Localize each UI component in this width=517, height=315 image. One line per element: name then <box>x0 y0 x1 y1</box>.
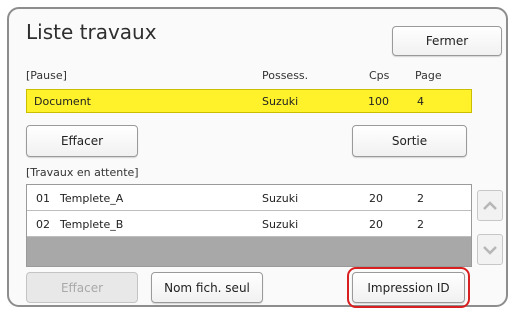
output-button[interactable]: Sortie <box>352 125 467 157</box>
scroll-up-button[interactable] <box>477 190 503 221</box>
job-number: 02 <box>36 218 50 231</box>
copies-column-header: Cps <box>369 69 390 82</box>
close-button[interactable]: Fermer <box>392 26 502 56</box>
paused-job-row[interactable]: Document Suzuki 100 4 <box>26 89 472 113</box>
job-page: 2 <box>417 218 424 231</box>
list-item[interactable]: 01 Templete_A Suzuki 20 2 <box>27 185 471 211</box>
paused-job-copies: 100 <box>368 95 389 108</box>
list-item[interactable]: 02 Templete_B Suzuki 20 2 <box>27 211 471 237</box>
paused-job-page: 4 <box>417 95 424 108</box>
job-owner: Suzuki <box>262 218 299 231</box>
job-copies: 20 <box>369 192 383 205</box>
job-name: Templete_B <box>60 218 124 231</box>
job-number: 01 <box>36 192 50 205</box>
chevron-up-icon <box>483 200 497 210</box>
paused-job-name: Document <box>34 95 91 108</box>
owner-column-header: Possess. <box>262 69 309 82</box>
print-id-button[interactable]: Impression ID <box>347 267 470 308</box>
job-page: 2 <box>417 192 424 205</box>
job-owner: Suzuki <box>262 192 299 205</box>
job-name: Templete_A <box>60 192 124 205</box>
page-column-header: Page <box>415 69 442 82</box>
waiting-section-label: [Travaux en attente] <box>26 166 139 179</box>
clear-paused-button[interactable]: Effacer <box>26 125 138 157</box>
paused-job-owner: Suzuki <box>262 95 299 108</box>
job-copies: 20 <box>369 218 383 231</box>
scroll-down-button[interactable] <box>477 234 503 265</box>
clear-button[interactable]: Effacer <box>26 272 138 303</box>
window-title: Liste travaux <box>26 20 157 44</box>
filename-only-button[interactable]: Nom fich. seul <box>151 272 263 303</box>
pause-section-label: [Pause] <box>26 69 67 82</box>
chevron-down-icon <box>483 245 497 255</box>
waiting-job-list: 01 Templete_A Suzuki 20 2 02 Templete_B … <box>26 184 472 267</box>
